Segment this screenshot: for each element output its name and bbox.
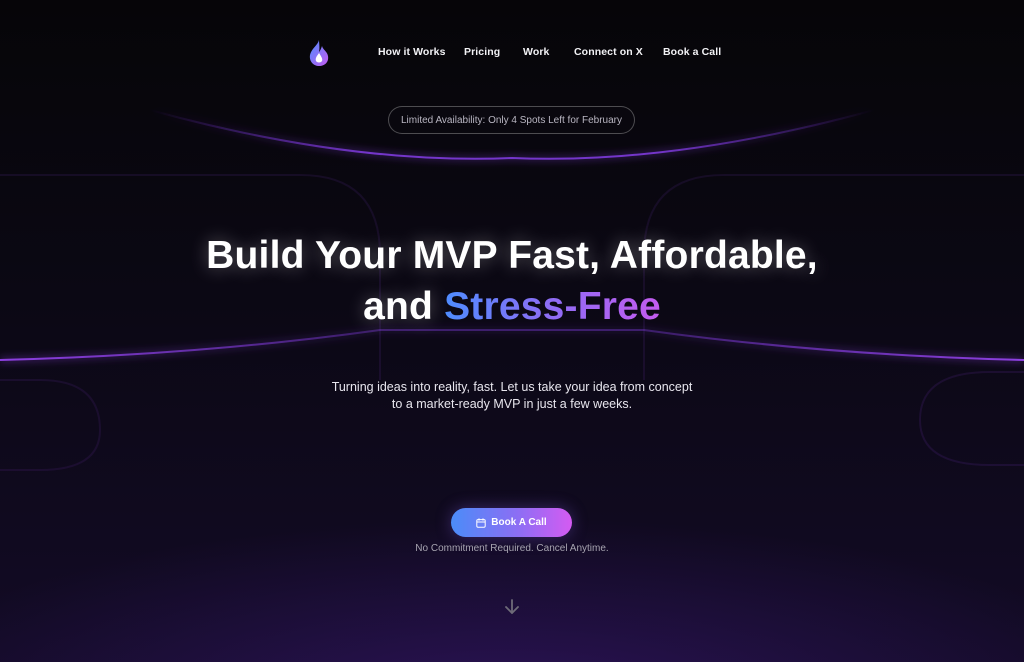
hero-title-line-1: Build Your MVP Fast, Affordable, xyxy=(206,234,818,277)
nav-book-a-call[interactable]: Book a Call xyxy=(663,46,721,58)
nav-pricing[interactable]: Pricing xyxy=(464,46,500,58)
availability-text: Limited Availability: Only 4 Spots Left … xyxy=(400,114,623,126)
arrow-down-icon[interactable] xyxy=(502,597,522,617)
background-glow-lines xyxy=(0,109,1024,471)
book-a-call-label: Book A Call xyxy=(491,517,547,528)
background xyxy=(0,0,1024,662)
book-a-call-button[interactable]: Book A Call xyxy=(451,508,572,537)
nav-connect-on-x[interactable]: Connect on X xyxy=(574,46,643,58)
top-navigation: How it Works Pricing Work Connect on X B… xyxy=(0,36,1024,70)
nav-how-it-works[interactable]: How it Works xyxy=(378,46,446,58)
cta-note: No Commitment Required. Cancel Anytime. xyxy=(415,543,609,554)
hero-title-line-2: and Stress-Free xyxy=(0,285,1024,329)
hero-subtitle-line-1: Turning ideas into reality, fast. Let us… xyxy=(331,380,693,394)
nav-work[interactable]: Work xyxy=(523,46,549,58)
hero-subtitle-line-2: to a market-ready MVP in just a few week… xyxy=(391,397,633,411)
hero-title-highlight: Stress-Free xyxy=(444,285,661,328)
flame-logo-icon[interactable] xyxy=(307,39,331,67)
availability-badge: Limited Availability: Only 4 Spots Left … xyxy=(388,106,635,134)
hero-title-prefix: and xyxy=(363,285,434,328)
calendar-icon xyxy=(476,517,486,528)
